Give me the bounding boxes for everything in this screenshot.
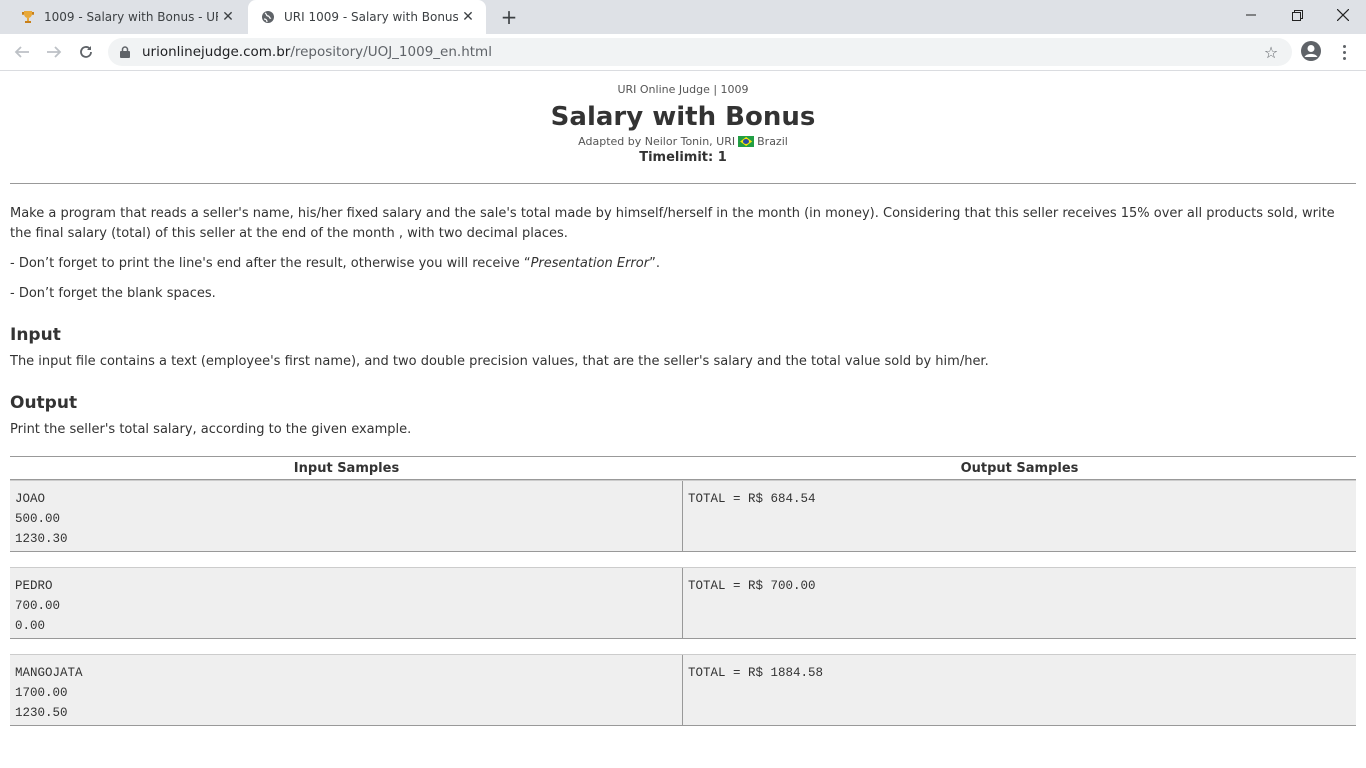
sample-row: MANGOJATA 1700.00 1230.50 TOTAL = R$ 188…: [10, 654, 1356, 726]
account-icon[interactable]: [1300, 40, 1324, 64]
timelimit: Timelimit: 1: [10, 150, 1356, 165]
page-title: Salary with Bonus: [550, 102, 816, 132]
breadcrumb: URI Online Judge | 1009: [617, 83, 749, 96]
tab-problem-page[interactable]: 1009 - Salary with Bonus - URI O ✕: [8, 0, 246, 34]
tab-title: URI 1009 - Salary with Bonus: [284, 10, 458, 24]
sample-input: PEDRO 700.00 0.00: [10, 568, 683, 638]
back-button[interactable]: [8, 38, 36, 66]
sample-output: TOTAL = R$ 700.00: [688, 579, 816, 593]
description-paragraph: - Don’t forget to print the line's end a…: [10, 254, 1356, 274]
close-window-button[interactable]: [1320, 0, 1366, 30]
problem-page: URI Online Judge | 1009 Salary with Bonu…: [10, 71, 1356, 726]
lock-icon: [118, 45, 132, 59]
sample-output: TOTAL = R$ 1884.58: [688, 666, 824, 680]
input-description: The input file contains a text (employee…: [10, 354, 989, 369]
input-samples-header: Input Samples: [10, 456, 683, 480]
output-heading: Output: [10, 393, 78, 413]
trophy-icon: [20, 9, 36, 25]
description-paragraph: - Don’t forget the blank spaces.: [10, 286, 216, 301]
sample-row: JOAO 500.00 1230.30 TOTAL = R$ 684.54: [10, 480, 1356, 552]
restore-button[interactable]: [1274, 0, 1320, 30]
note-text: - Don’t forget to print the line's end a…: [10, 256, 531, 271]
reload-button[interactable]: [72, 38, 100, 66]
output-samples-header: Output Samples: [683, 456, 1356, 480]
timelimit-label: Timelimit:: [639, 150, 714, 165]
input-heading: Input: [10, 325, 61, 345]
url-host: urionlinejudge.com.br: [142, 44, 291, 60]
problem-description: Make a program that reads a seller's nam…: [10, 204, 1356, 304]
output-description: Print the seller's total salary, accordi…: [10, 422, 412, 437]
new-tab-button[interactable]: +: [497, 5, 521, 29]
bookmark-star-icon[interactable]: ☆: [1262, 43, 1280, 62]
brazil-flag-icon: [738, 136, 755, 147]
author-text: Adapted by Neilor Tonin, URI: [578, 135, 736, 148]
url-path: /repository/UOJ_1009_en.html: [290, 44, 492, 60]
menu-kebab-icon[interactable]: [1336, 40, 1352, 64]
sample-input: MANGOJATA 1700.00 1230.50: [10, 655, 683, 725]
presentation-error-text: Presentation Error: [530, 256, 650, 271]
timelimit-value: 1: [717, 150, 727, 165]
tab-strip: 1009 - Salary with Bonus - URI O ✕ URI 1…: [0, 0, 1366, 34]
sample-output: TOTAL = R$ 684.54: [688, 492, 816, 506]
note-text-end: ”.: [649, 256, 660, 271]
close-icon[interactable]: ✕: [458, 7, 478, 27]
tab-title: 1009 - Salary with Bonus - URI O: [44, 10, 218, 24]
sample-row: PEDRO 700.00 0.00 TOTAL = R$ 700.00: [10, 567, 1356, 639]
country-text: Brazil: [757, 135, 788, 148]
divider: [10, 183, 1356, 184]
author-line: Adapted by Neilor Tonin, URI Brazil: [10, 135, 1356, 148]
address-bar[interactable]: urionlinejudge.com.br/repository/UOJ_100…: [108, 38, 1292, 66]
forward-button[interactable]: [40, 38, 68, 66]
sample-input: JOAO 500.00 1230.30: [10, 481, 683, 551]
samples-table: Input Samples Output Samples: [10, 456, 1356, 480]
browser-toolbar: urionlinejudge.com.br/repository/UOJ_100…: [0, 34, 1366, 71]
globe-icon: [260, 9, 276, 25]
description-paragraph: Make a program that reads a seller's nam…: [10, 206, 1335, 241]
problem-header: URI Online Judge | 1009 Salary with Bonu…: [10, 83, 1356, 165]
tab-repository-page[interactable]: URI 1009 - Salary with Bonus ✕: [248, 0, 486, 34]
close-icon[interactable]: ✕: [218, 7, 238, 27]
minimize-button[interactable]: [1228, 0, 1274, 30]
